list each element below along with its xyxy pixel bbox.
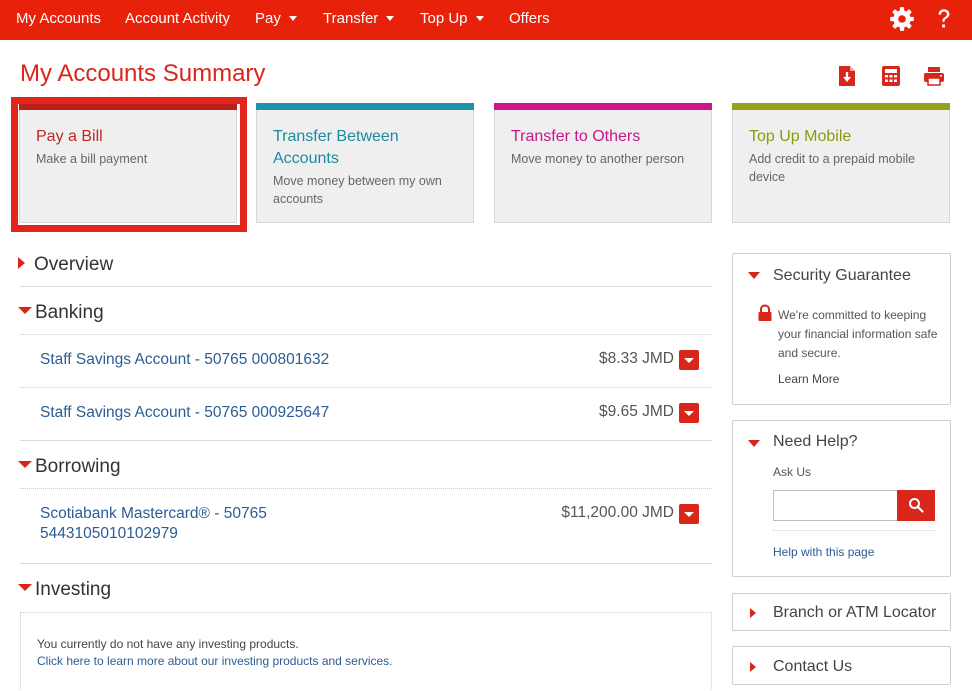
- divider: [773, 530, 935, 531]
- panel-title[interactable]: Need Help?: [773, 433, 858, 451]
- nav-account-activity[interactable]: Account Activity: [125, 0, 230, 40]
- card-description: Add credit to a prepaid mobile device: [749, 152, 916, 184]
- nav-offers[interactable]: Offers: [509, 0, 550, 40]
- security-guarantee-panel: Security Guarantee We're committed to ke…: [732, 253, 951, 405]
- contact-us-panel[interactable]: Contact Us: [732, 646, 951, 685]
- download-icon[interactable]: [835, 64, 859, 88]
- security-text: We're committed to keeping your financia…: [778, 308, 938, 360]
- caret-right-icon: [750, 662, 756, 672]
- caret-right-icon: [750, 608, 756, 618]
- account-link[interactable]: Scotiabank Mastercard® - 50765 544310501…: [40, 504, 285, 544]
- page-title: My Accounts Summary: [20, 60, 266, 87]
- section-investing-header[interactable]: Investing: [18, 579, 111, 601]
- nav-transfer[interactable]: Transfer: [323, 0, 395, 40]
- card-color-bar: [494, 103, 712, 110]
- nav-account-activity-label: Account Activity: [125, 10, 231, 27]
- divider: [20, 488, 712, 489]
- help-icon[interactable]: [931, 6, 957, 32]
- chevron-down-icon: [288, 15, 297, 21]
- account-options-button[interactable]: [679, 403, 699, 423]
- search-button[interactable]: [897, 490, 935, 521]
- chevron-down-icon: [386, 15, 395, 21]
- section-title: Overview: [34, 254, 114, 275]
- nav-transfer-label: Transfer: [323, 10, 379, 27]
- investing-content-box: You currently do not have any investing …: [20, 612, 712, 691]
- account-link[interactable]: Staff Savings Account - 50765 000925647: [40, 403, 329, 423]
- branch-atm-locator-panel[interactable]: Branch or ATM Locator: [732, 593, 951, 631]
- selected-card-highlight: [11, 97, 247, 232]
- caret-right-icon: [18, 256, 25, 269]
- account-balance: $9.65 JMD: [599, 403, 674, 420]
- card-transfer-between-accounts[interactable]: Transfer Between Accounts Move money bet…: [256, 103, 474, 223]
- investing-message: You currently do not have any investing …: [37, 637, 299, 651]
- card-top-up-mobile[interactable]: Top Up Mobile Add credit to a prepaid mo…: [732, 103, 950, 223]
- panel-title: Contact Us: [773, 658, 853, 675]
- card-transfer-to-others[interactable]: Transfer to Others Move money to another…: [494, 103, 712, 223]
- account-options-button[interactable]: [679, 504, 699, 524]
- section-borrowing-header[interactable]: Borrowing: [18, 456, 121, 478]
- divider: [20, 563, 712, 564]
- caret-down-icon[interactable]: [748, 440, 760, 447]
- divider: [20, 334, 712, 335]
- account-balance: $8.33 JMD: [599, 350, 674, 367]
- nav-pay-label: Pay: [255, 10, 281, 27]
- learn-more-link[interactable]: Learn More: [778, 370, 839, 389]
- calculator-icon[interactable]: [879, 64, 903, 88]
- panel-title: Branch or ATM Locator: [773, 604, 937, 621]
- print-icon[interactable]: [922, 64, 946, 88]
- caret-down-icon: [18, 461, 32, 469]
- ask-us-label: Ask Us: [773, 465, 812, 479]
- ask-us-search-input[interactable]: [773, 490, 898, 521]
- search-icon: [909, 498, 924, 513]
- nav-pay[interactable]: Pay: [255, 0, 297, 40]
- section-banking-header[interactable]: Banking: [18, 302, 104, 324]
- caret-down-icon[interactable]: [748, 272, 760, 279]
- chevron-down-icon: [475, 15, 484, 21]
- card-description: Move money between my own accounts: [273, 174, 442, 206]
- need-help-panel: Need Help? Ask Us Help with this page: [732, 420, 951, 577]
- section-title: Borrowing: [35, 456, 121, 477]
- card-title: Top Up Mobile: [749, 128, 852, 145]
- panel-title[interactable]: Security Guarantee: [773, 267, 911, 285]
- help-with-page-link[interactable]: Help with this page: [773, 543, 874, 562]
- account-balance: $11,200.00 JMD: [561, 504, 674, 521]
- card-title: Transfer Between Accounts: [273, 128, 399, 167]
- divider: [20, 286, 712, 287]
- account-options-button[interactable]: [679, 350, 699, 370]
- card-description: Move money to another person: [511, 152, 685, 166]
- caret-down-icon: [18, 584, 32, 592]
- card-title: Transfer to Others: [511, 128, 641, 145]
- investing-learn-more-link[interactable]: Click here to learn more about our inves…: [37, 654, 393, 668]
- gear-icon[interactable]: [889, 6, 915, 32]
- divider: [20, 440, 712, 441]
- nav-my-accounts[interactable]: My Accounts: [16, 0, 101, 40]
- nav-top-up[interactable]: Top Up: [420, 0, 484, 40]
- nav-top-up-label: Top Up: [420, 10, 468, 27]
- caret-down-icon: [18, 307, 32, 315]
- section-title: Banking: [35, 302, 104, 323]
- card-color-bar: [732, 103, 950, 110]
- divider: [20, 387, 712, 388]
- nav-my-accounts-label: My Accounts: [16, 10, 102, 27]
- nav-offers-label: Offers: [509, 10, 550, 27]
- section-overview-header[interactable]: Overview: [18, 254, 113, 276]
- account-link[interactable]: Staff Savings Account - 50765 000801632: [40, 350, 329, 370]
- lock-icon: [758, 304, 772, 321]
- card-color-bar: [256, 103, 474, 110]
- section-title: Investing: [35, 579, 112, 600]
- top-navigation-bar: My Accounts Account Activity Pay Transfe…: [0, 0, 972, 40]
